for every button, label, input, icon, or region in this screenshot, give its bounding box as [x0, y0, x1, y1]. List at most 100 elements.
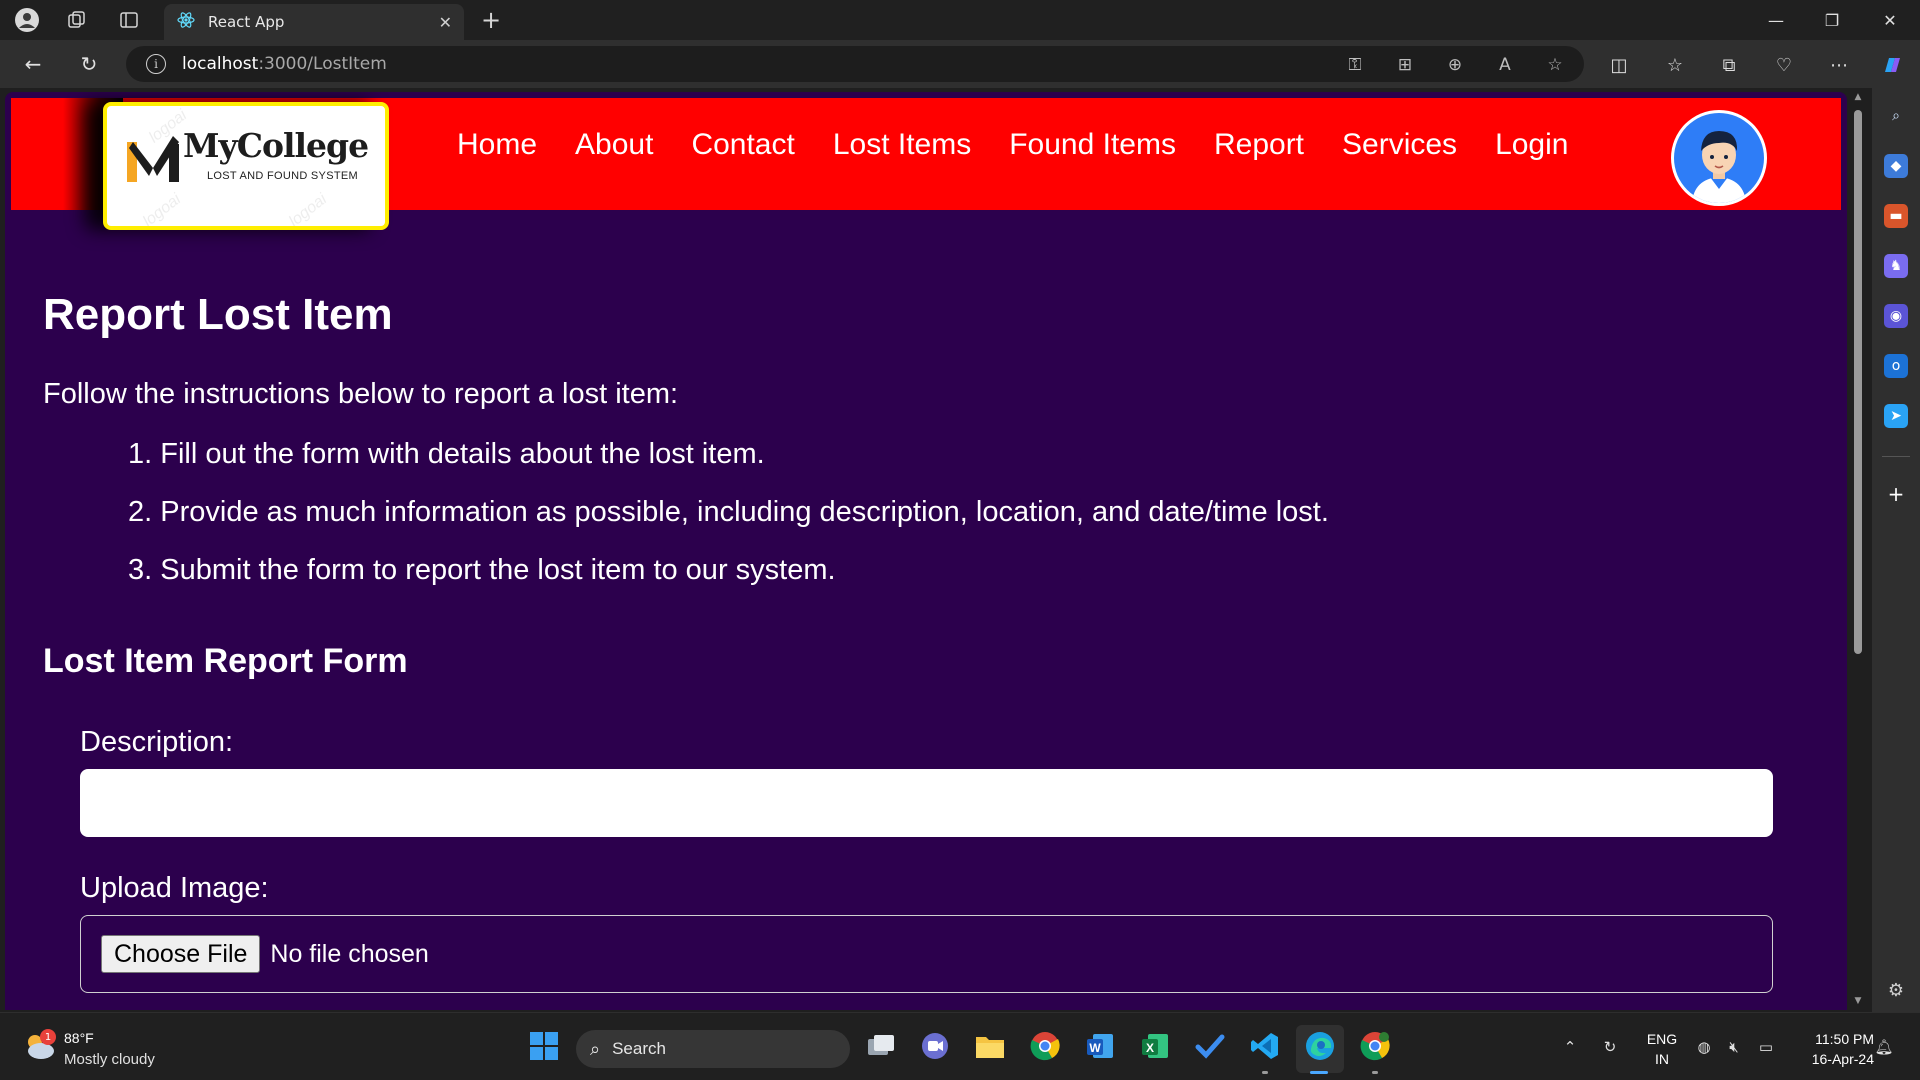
taskbar-search[interactable]: ⌕ Search: [576, 1030, 850, 1068]
address-host: localhost: [182, 54, 259, 74]
clock-date[interactable]: 16-Apr-24: [1790, 1051, 1874, 1067]
chrome-icon[interactable]: [1028, 1029, 1062, 1063]
nav-login[interactable]: Login: [1495, 128, 1568, 162]
battery-icon[interactable]: ▭: [1756, 1037, 1776, 1057]
weather-description: Mostly cloudy: [64, 1051, 155, 1068]
vscode-icon[interactable]: [1248, 1029, 1282, 1063]
shopping-tag-icon[interactable]: ◆: [1884, 154, 1908, 178]
edge-browser-icon[interactable]: [1303, 1029, 1337, 1063]
favorite-star-icon[interactable]: ☆: [1544, 54, 1566, 76]
new-tab-icon[interactable]: +: [478, 6, 504, 34]
sync-icon[interactable]: ↻: [1600, 1037, 1620, 1057]
restore-button[interactable]: ❐: [1804, 0, 1860, 40]
games-icon[interactable]: ♞: [1884, 254, 1908, 278]
instruction-step: 2. Provide as much information as possib…: [128, 496, 1329, 528]
scroll-up-arrow-icon[interactable]: ▲: [1853, 92, 1863, 102]
favorites-icon[interactable]: ☆: [1662, 52, 1688, 78]
instruction-step: 3. Submit the form to report the lost it…: [128, 554, 836, 586]
nav-lost-items[interactable]: Lost Items: [833, 128, 971, 162]
todo-check-icon[interactable]: [1193, 1029, 1227, 1063]
weather-badge: 1: [40, 1029, 56, 1045]
drop-send-icon[interactable]: ➤: [1884, 404, 1908, 428]
notification-bell-icon[interactable]: 🔔︎: [1874, 1037, 1894, 1057]
app-available-icon[interactable]: ⊞: [1394, 54, 1416, 76]
windows-taskbar: 1 88°F Mostly cloudy ⌕ Search W X ⌃ ↻ EN…: [0, 1012, 1920, 1080]
file-explorer-icon[interactable]: [973, 1029, 1007, 1063]
image-upload-field[interactable]: Choose File No file chosen: [80, 915, 1773, 993]
scrollbar-thumb[interactable]: [1854, 110, 1862, 654]
edge-sidebar: ⌕ ◆ ▬ ♞ ◉ o ➤ + ⚙: [1872, 88, 1920, 1012]
browser-tab[interactable]: React App ✕: [164, 4, 464, 40]
add-icon[interactable]: +: [1884, 482, 1908, 506]
weather-temperature: 88°F: [64, 1030, 94, 1046]
tray-overflow-chevron-icon[interactable]: ⌃: [1560, 1037, 1580, 1057]
outlook-icon[interactable]: o: [1884, 354, 1908, 378]
react-logo-icon: [176, 10, 196, 34]
description-input[interactable]: [80, 769, 1773, 837]
page-title: Report Lost Item: [43, 290, 393, 339]
scroll-down-arrow-icon[interactable]: ▼: [1853, 996, 1863, 1006]
running-indicator: [1262, 1071, 1268, 1074]
taskbar-search-label: Search: [612, 1039, 666, 1058]
nav-report[interactable]: Report: [1214, 128, 1304, 162]
refresh-icon[interactable]: ↻: [74, 50, 104, 78]
word-icon[interactable]: W: [1083, 1029, 1117, 1063]
back-arrow-icon[interactable]: ←: [18, 50, 48, 78]
close-tab-icon[interactable]: ✕: [439, 13, 452, 32]
profile-icon[interactable]: [14, 7, 40, 33]
language-indicator[interactable]: ENG: [1644, 1031, 1680, 1047]
close-window-button[interactable]: ✕: [1862, 0, 1918, 40]
instruction-list: 1. Fill out the form with details about …: [128, 438, 1329, 612]
vertical-tabs-icon[interactable]: [116, 7, 142, 33]
browser-essentials-icon[interactable]: ♡: [1771, 52, 1797, 78]
address-bar[interactable]: i localhost:3000/LostItem ⚿ ⊞ ⊕ A ☆: [126, 46, 1584, 82]
copilot-icon[interactable]: [1879, 52, 1905, 78]
choose-file-button[interactable]: Choose File: [101, 935, 261, 973]
teams-chat-icon[interactable]: [918, 1029, 952, 1063]
form-title: Lost Item Report Form: [43, 642, 408, 680]
collections-icon[interactable]: ⧉: [1716, 52, 1742, 78]
read-aloud-icon[interactable]: A: [1494, 54, 1516, 76]
region-indicator[interactable]: IN: [1644, 1051, 1680, 1067]
logo-title: MyCollege: [183, 126, 369, 165]
zoom-icon[interactable]: ⊕: [1444, 54, 1466, 76]
clock-time[interactable]: 11:50 PM: [1790, 1031, 1874, 1047]
search-icon[interactable]: ⌕: [1884, 104, 1908, 128]
address-path: :3000/LostItem: [258, 54, 387, 74]
site-logo[interactable]: logoai logoai logoai MyCollege LOST AND …: [103, 102, 389, 230]
svg-text:W: W: [1089, 1041, 1101, 1055]
nav-contact[interactable]: Contact: [691, 128, 794, 162]
user-avatar[interactable]: [1671, 110, 1767, 206]
instructions-intro: Follow the instructions below to report …: [43, 378, 679, 410]
page-scrollbar[interactable]: ▲ ▼: [1849, 88, 1867, 1012]
site-navigation: Home About Contact Lost Items Found Item…: [457, 128, 1606, 162]
web-page: logoai logoai logoai MyCollege LOST AND …: [5, 92, 1847, 1010]
minimize-button[interactable]: —: [1748, 0, 1804, 40]
svg-text:X: X: [1146, 1041, 1154, 1055]
tab-title: React App: [208, 13, 285, 31]
nav-found-items[interactable]: Found Items: [1009, 128, 1176, 162]
network-globe-icon[interactable]: ◍: [1694, 1037, 1714, 1057]
settings-gear-icon[interactable]: ⚙: [1884, 978, 1908, 1002]
excel-icon[interactable]: X: [1138, 1029, 1172, 1063]
windows-start-icon[interactable]: [527, 1029, 561, 1063]
browser-titlebar: React App ✕ + — ❐ ✕: [0, 0, 1920, 40]
instruction-step: 1. Fill out the form with details about …: [128, 438, 765, 470]
nav-about[interactable]: About: [575, 128, 653, 162]
chrome-profile-icon[interactable]: [1358, 1029, 1392, 1063]
tools-briefcase-icon[interactable]: ▬: [1884, 204, 1908, 228]
site-info-icon[interactable]: i: [146, 54, 166, 74]
logo-watermark: logoai: [139, 190, 185, 230]
microsoft-365-icon[interactable]: ◉: [1884, 304, 1908, 328]
logo-subtitle: LOST AND FOUND SYSTEM: [207, 170, 358, 182]
volume-muted-icon[interactable]: 🔇︎: [1724, 1037, 1744, 1057]
password-key-icon[interactable]: ⚿: [1344, 54, 1366, 76]
nav-home[interactable]: Home: [457, 128, 537, 162]
running-indicator: [1372, 1071, 1378, 1074]
task-view-icon[interactable]: [864, 1029, 898, 1063]
more-menu-icon[interactable]: ⋯: [1826, 52, 1852, 78]
split-screen-icon[interactable]: ◫: [1606, 52, 1632, 78]
nav-services[interactable]: Services: [1342, 128, 1457, 162]
workspaces-icon[interactable]: [64, 7, 90, 33]
running-indicator: [1310, 1071, 1328, 1074]
